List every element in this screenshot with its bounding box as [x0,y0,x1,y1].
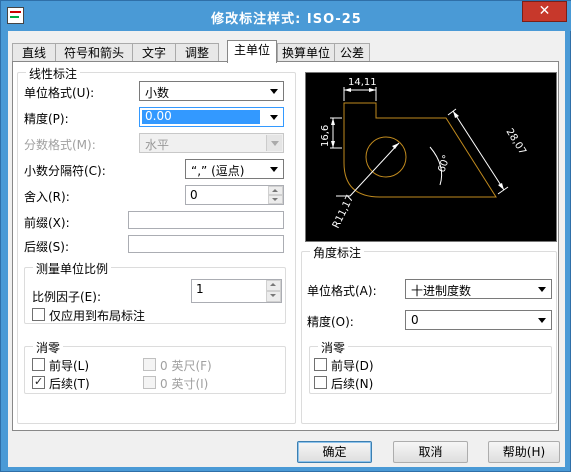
suffix-input[interactable] [128,235,284,253]
zero-angular-title: 消零 [318,339,349,356]
chevron-down-icon [538,287,546,292]
arrowhead [498,183,504,190]
angular-group-title: 角度标注 [310,244,365,261]
tab-alternate-units[interactable]: 换算单位 [277,43,335,62]
angular-unit-format-select[interactable]: 十进制度数 [405,279,552,299]
inches-label: 0 英寸(I) [160,377,209,391]
decimal-separator-value: “,” (逗点) [191,164,245,178]
fraction-format-select: 水平 [139,133,284,153]
suffix-label: 后缀(S): [24,240,70,254]
angular-precision-value: 0 [411,313,419,327]
zero-linear-title: 消零 [33,339,64,356]
spin-down-icon[interactable] [268,195,283,204]
checkbox-box-disabled [143,358,156,371]
primary-units-panel: 线性标注 单位格式(U): 小数 精度(P): 0.00 分数格式(M): 水平… [12,61,559,431]
angular-unit-format-label: 单位格式(A): [307,284,377,298]
chevron-down-icon [538,318,546,323]
round-off-label: 舍入(R): [24,190,70,204]
window-title: 修改标注样式: ISO-25 [211,12,362,27]
spinner-buttons [266,280,281,302]
angular-precision-select[interactable]: 0 [405,310,552,330]
angular-dimensions-group: 角度标注 [301,244,557,424]
dimension-preview: 14,11 16,6 28,07 60° R11,17 [305,72,557,242]
angular-unit-format-value: 十进制度数 [411,284,472,298]
prefix-input[interactable] [128,211,284,229]
chevron-down-icon [270,89,278,94]
tab-text[interactable]: 文字 [132,43,176,62]
tab-fit[interactable]: 调整 [175,43,219,62]
angular-trailing-label: 后续(N) [331,377,374,391]
decimal-separator-label: 小数分隔符(C): [24,164,106,178]
checkbox-box-checked [32,375,45,389]
tab-tolerances[interactable]: 公差 [334,43,370,62]
arrowhead [344,88,351,92]
dialog-client: 直线 符号和箭头 文字 调整 主单位 换算单位 公差 线性标注 单位格式(U):… [8,31,565,467]
close-button[interactable]: ✕ [522,1,567,22]
arrowhead [453,111,459,118]
feet-label: 0 英尺(F) [160,359,212,373]
scale-group-title: 测量单位比例 [33,260,112,277]
arrowhead [331,141,335,148]
fraction-format-value: 水平 [145,138,170,152]
angular-leading-label: 前导(D) [331,359,374,373]
ok-button[interactable]: 确定 [297,441,372,463]
checkbox-box [314,376,327,389]
dim-label-angle: 60° [436,154,452,174]
unit-format-label: 单位格式(U): [24,86,95,100]
checkbox-box [32,358,45,371]
scale-factor-value: 1 [196,282,204,296]
spin-up-icon[interactable] [268,186,283,195]
help-button[interactable]: 帮助(H) [488,441,560,463]
precision-select[interactable]: 0.00 [139,107,284,127]
spin-up-icon[interactable] [266,280,281,291]
title-bar[interactable]: 修改标注样式: ISO-25 ✕ [1,1,571,31]
arrowhead [392,143,399,149]
decimal-separator-select[interactable]: “,” (逗点) [185,159,284,179]
checkbox-box [32,308,45,321]
preview-geometry [343,102,497,198]
angular-precision-label: 精度(O): [307,315,354,329]
chevron-down-icon [270,115,278,120]
linear-leading-label: 前导(L) [49,359,90,373]
precision-value: 0.00 [145,109,172,123]
prefix-label: 前缀(X): [24,216,70,230]
unit-format-select[interactable]: 小数 [139,81,284,101]
unit-format-value: 小数 [145,86,170,100]
dim-line-right [452,110,505,191]
spin-down-icon[interactable] [266,291,281,302]
chevron-down-icon [266,135,282,151]
layout-only-label: 仅应用到布局标注 [49,309,146,323]
preview-labels: 14,11 16,6 28,07 60° R11,17 [320,77,528,230]
dim-label-right: 28,07 [503,127,528,157]
round-off-value: 0 [190,188,198,202]
radius-leader [349,142,400,197]
spinner-buttons [268,186,283,204]
dim-label-left: 16,6 [320,125,331,147]
chevron-down-icon [270,167,278,172]
scale-factor-label: 比例因子(E): [32,290,101,304]
dim-label-radius: R11,17 [331,194,356,231]
fraction-format-label: 分数格式(M): [24,138,96,152]
tab-primary-units[interactable]: 主单位 [227,40,277,63]
round-off-spinner[interactable]: 0 [185,185,284,205]
cancel-button[interactable]: 取消 [393,441,468,463]
tab-lines[interactable]: 直线 [12,43,56,62]
tab-symbols-arrows[interactable]: 符号和箭头 [55,43,133,62]
scale-factor-spinner[interactable]: 1 [191,279,282,303]
checkbox-box-disabled [143,376,156,389]
preview-drawing: 14,11 16,6 28,07 60° R11,17 [320,77,528,230]
arrowhead [331,118,335,125]
dim-label-top: 14,11 [348,77,377,88]
dialog-window: 修改标注样式: ISO-25 ✕ 直线 符号和箭头 文字 调整 主单位 换算单位… [0,0,571,472]
arrowhead [369,88,376,92]
linear-group-title: 线性标注 [26,65,81,82]
checkbox-box [314,358,327,371]
precision-label: 精度(P): [24,112,69,126]
linear-trailing-label: 后续(T) [49,377,90,391]
